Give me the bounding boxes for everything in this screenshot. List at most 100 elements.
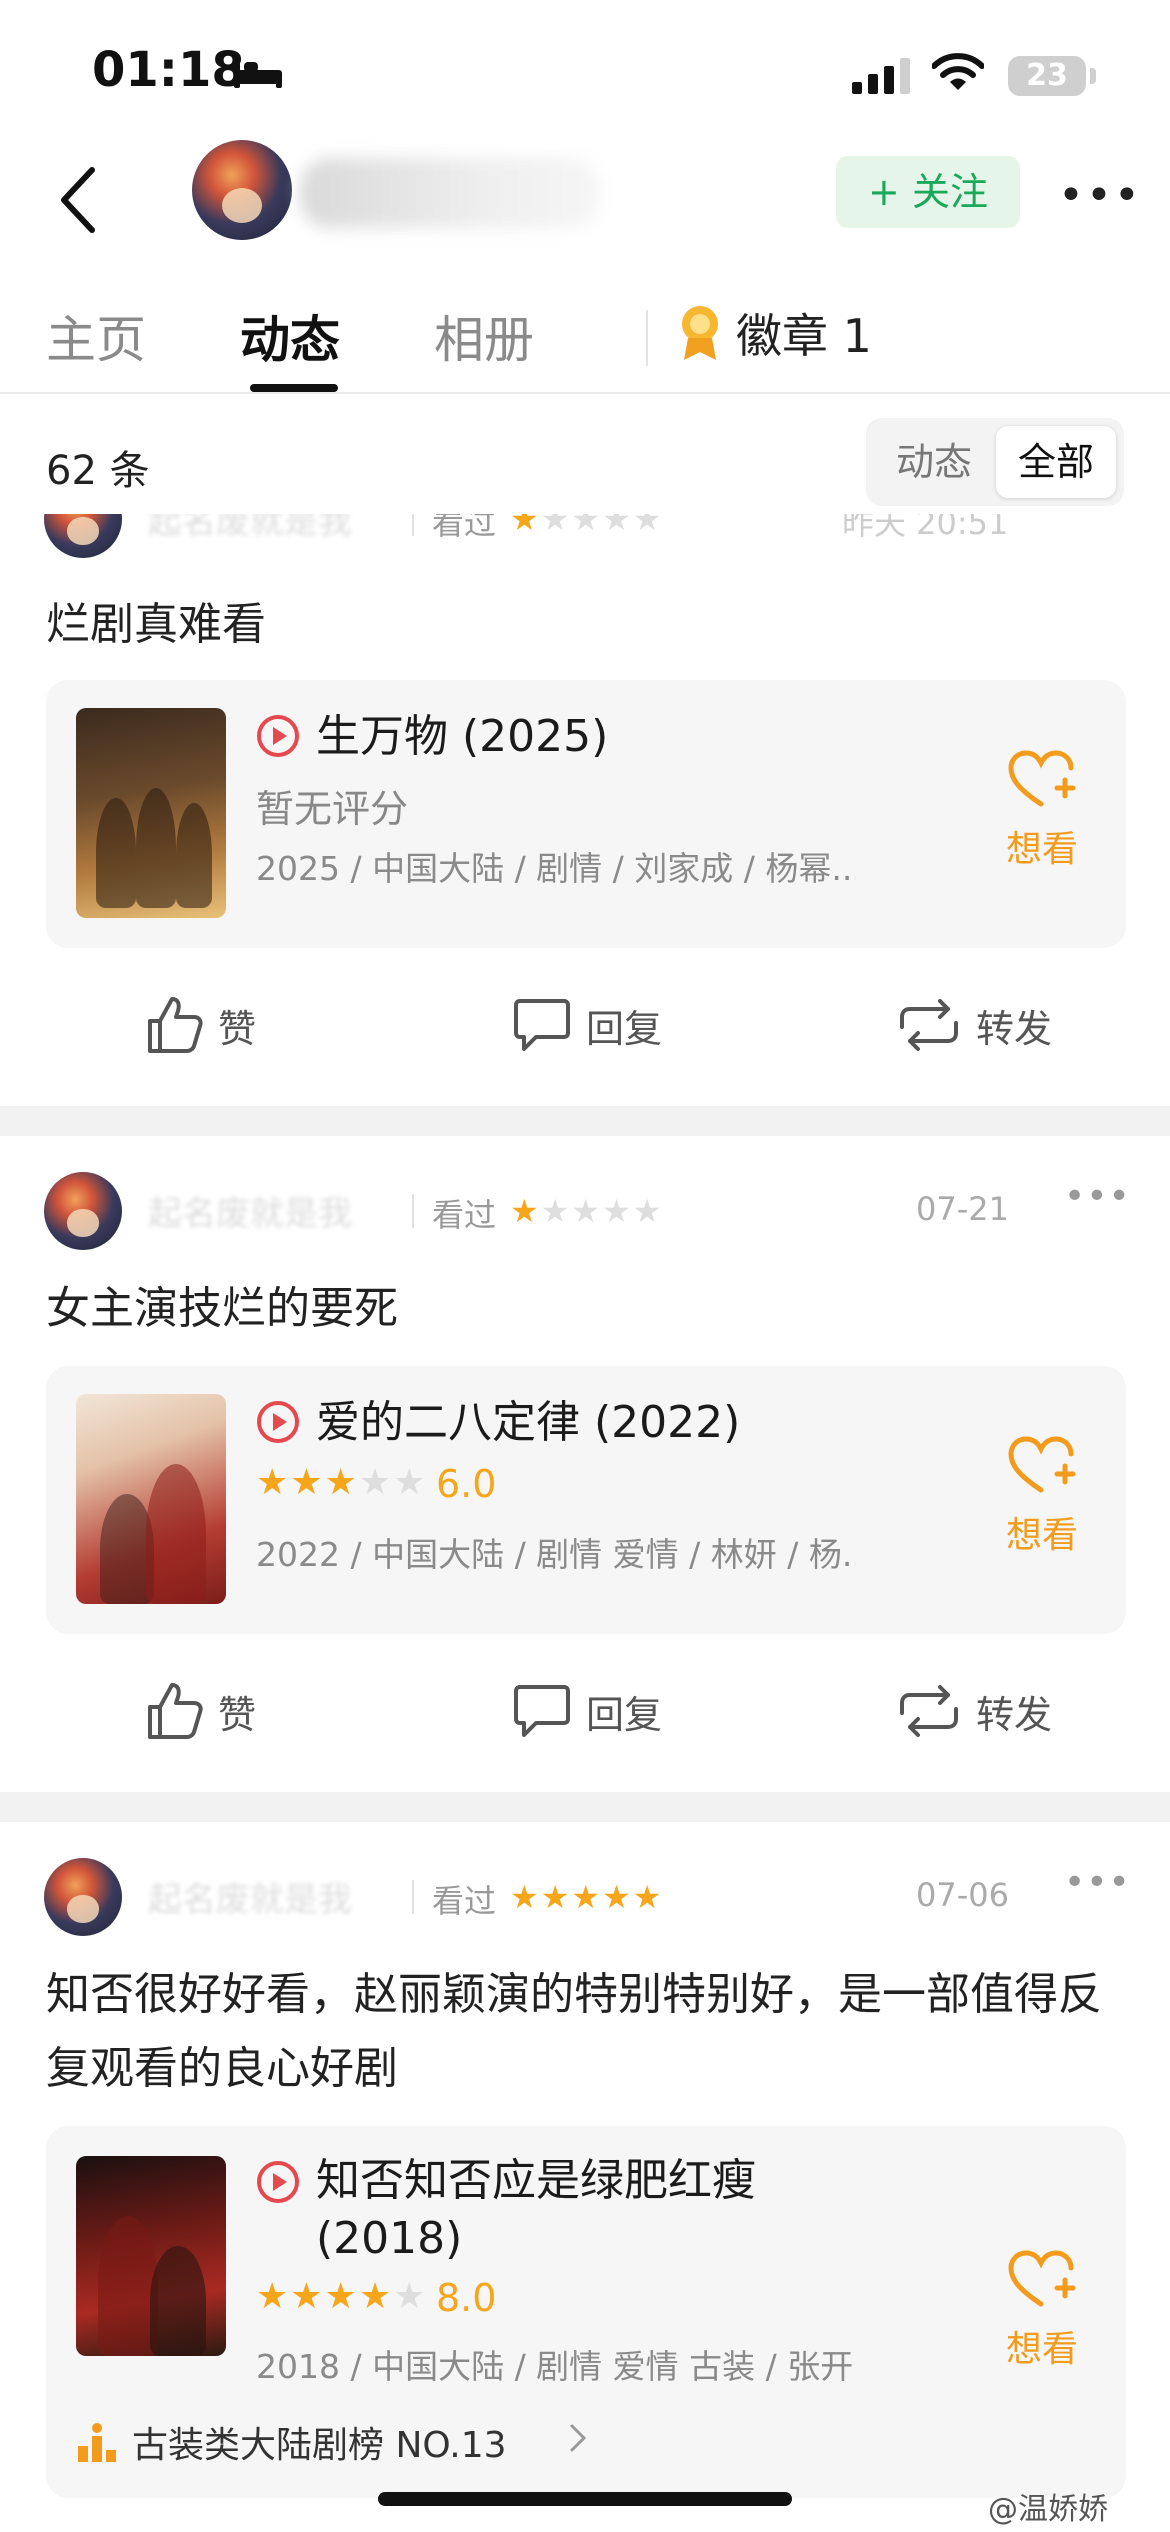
movie-poster[interactable]	[76, 2156, 226, 2356]
post-text: 女主演技烂的要死	[46, 1283, 398, 1334]
repost-icon	[900, 999, 958, 1051]
tab-home[interactable]: 主页	[46, 300, 146, 372]
post-more-icon[interactable]: •••	[1064, 1862, 1131, 1903]
reply-button[interactable]: 回复	[512, 1676, 662, 1746]
movie-card[interactable]: 爱的二八定律 (2022) ★★★★★ 6.0 2022 / 中国大陆 / 剧情…	[46, 1366, 1126, 1634]
repost-button[interactable]: 转发	[896, 990, 1052, 1060]
want-label: 想看	[1005, 829, 1078, 870]
bed-icon	[234, 60, 282, 88]
tab-activity[interactable]: 动态	[240, 300, 340, 372]
battery-cap	[1090, 68, 1096, 84]
feed-filter: 动态 全部	[866, 418, 1124, 506]
post-actions: 赞 回复 转发	[0, 970, 1170, 1070]
play-icon	[257, 2161, 299, 2203]
separator	[412, 514, 414, 536]
post-header: 起名废就是我 看过 ★★★★★ 07-21 •••	[0, 1172, 1170, 1252]
like-label: 赞	[218, 1006, 257, 1051]
thumbs-up-icon	[148, 997, 203, 1053]
signal-icon	[852, 58, 910, 94]
post-header: 起名废就是我 看过 ★★★★★ 昨天 20:51 •••	[0, 500, 1170, 560]
post-item: 起名废就是我 看过 ★★★★★ 昨天 20:51 ••• 烂剧真难看 生万物 (…	[0, 500, 1170, 1100]
watched-label: 看过	[432, 504, 497, 542]
post-text: 烂剧真难看	[46, 599, 266, 650]
post-item: 起名废就是我 看过 ★★★★★ 07-06 ••• 知否很好好看，赵丽颖演的特别…	[0, 1858, 1170, 2498]
profile-avatar[interactable]	[192, 140, 292, 240]
post-header: 起名废就是我 看过 ★★★★★ 07-06 •••	[0, 1858, 1170, 1938]
movie-meta: 2025 / 中国大陆 / 剧情 / 刘家成 / 杨幂...	[256, 849, 856, 888]
repost-button[interactable]: 转发	[896, 1676, 1052, 1746]
like-button[interactable]: 赞	[144, 990, 256, 1060]
wifi-icon	[932, 53, 984, 90]
status-time: 01:18	[92, 42, 245, 98]
want-label: 想看	[1005, 1515, 1078, 1556]
watermark: @温娇娇	[988, 2492, 1108, 2527]
battery-indicator: 23	[1008, 56, 1086, 96]
want-to-watch-button[interactable]: 想看	[992, 2250, 1092, 2372]
post-divider	[0, 1792, 1170, 1822]
thumbs-up-icon	[148, 1683, 203, 1739]
movie-title[interactable]: 生万物 (2025)	[316, 708, 916, 766]
ranking-label: 古装类大陆剧榜 NO.13	[132, 2425, 507, 2466]
want-to-watch-button[interactable]: 想看	[992, 1436, 1092, 1558]
movie-poster[interactable]	[76, 1394, 226, 1604]
filter-all-option[interactable]: 全部	[996, 426, 1116, 498]
active-tab-indicator	[250, 384, 338, 392]
post-author-name[interactable]: 起名废就是我	[148, 1872, 352, 1921]
movie-meta: 2022 / 中国大陆 / 剧情 爱情 / 林妍 / 杨...	[256, 1535, 856, 1574]
movie-title[interactable]: 知否知否应是绿肥红瘦 (2018)	[316, 2152, 876, 2268]
user-rating-stars: ★★★★★	[510, 500, 664, 538]
post-more-icon[interactable]: •••	[1064, 1176, 1131, 1217]
movie-card[interactable]: 知否知否应是绿肥红瘦 (2018) ★★★★★ 8.0 2018 / 中国大陆 …	[46, 2126, 1126, 2498]
follow-button[interactable]: + 关注	[836, 156, 1020, 228]
movie-card[interactable]: 生万物 (2025) 暂无评分 2025 / 中国大陆 / 剧情 / 刘家成 /…	[46, 680, 1126, 948]
heart-plus-icon	[1008, 2250, 1076, 2307]
home-indicator[interactable]	[378, 2492, 792, 2506]
post-date: 昨天 20:51	[842, 504, 1009, 542]
movie-score: 8.0	[436, 2276, 497, 2320]
status-bar: 01:18 23	[0, 0, 1170, 150]
want-to-watch-button[interactable]: 想看	[992, 750, 1092, 872]
repost-label: 转发	[976, 1006, 1053, 1051]
user-rating-stars: ★★★★★	[510, 1878, 664, 1916]
more-options-button[interactable]: •••	[1058, 170, 1142, 221]
post-date: 07-06	[916, 1876, 1009, 1914]
movie-stars: ★★★★★	[256, 2276, 428, 2317]
profile-tabs: 主页 动态 相册 徽章 1	[0, 290, 1170, 394]
like-button[interactable]: 赞	[144, 1676, 256, 1746]
post-count: 62 条	[46, 448, 150, 494]
tab-album[interactable]: 相册	[434, 300, 534, 372]
movie-title[interactable]: 爱的二八定律 (2022)	[316, 1394, 916, 1452]
movie-score: 6.0	[436, 1462, 497, 1506]
reply-label: 回复	[586, 1692, 663, 1737]
post-divider	[0, 1106, 1170, 1136]
user-rating-stars: ★★★★★	[510, 1192, 664, 1230]
post-avatar[interactable]	[44, 1172, 122, 1250]
repost-label: 转发	[976, 1692, 1053, 1737]
movie-poster[interactable]	[76, 708, 226, 918]
post-item: 起名废就是我 看过 ★★★★★ 07-21 ••• 女主演技烂的要死 爱的二八定…	[0, 1172, 1170, 1812]
post-more-icon[interactable]: •••	[1064, 514, 1131, 525]
post-author-name[interactable]: 起名废就是我	[148, 514, 352, 543]
movie-meta: 2018 / 中国大陆 / 剧情 爱情 古装 / 张开...	[256, 2347, 856, 2386]
post-date: 07-21	[916, 1190, 1009, 1228]
filter-activity-option[interactable]: 动态	[874, 426, 994, 498]
reply-label: 回复	[586, 1006, 663, 1051]
back-arrow-icon[interactable]	[50, 160, 110, 240]
chevron-right-icon	[570, 2424, 587, 2452]
tab-divider	[646, 310, 648, 366]
ranking-icon	[78, 2423, 116, 2462]
post-author-name[interactable]: 起名废就是我	[148, 1186, 352, 1235]
comment-icon	[514, 1685, 570, 1737]
heart-plus-icon	[1008, 750, 1076, 807]
badge-tab[interactable]: 徽章 1	[736, 300, 872, 366]
repost-icon	[900, 1685, 958, 1737]
post-avatar[interactable]	[44, 1858, 122, 1936]
comment-icon	[514, 999, 570, 1051]
movie-stars: ★★★★★	[256, 1462, 428, 1503]
post-actions: 赞 回复 转发	[0, 1656, 1170, 1756]
post-avatar[interactable]	[44, 514, 122, 558]
separator	[412, 1880, 414, 1914]
heart-plus-icon	[1008, 1436, 1076, 1493]
post-text: 知否很好好看，赵丽颖演的特别特别好，是一部值得反复观看的良心好剧	[46, 1969, 1102, 2094]
reply-button[interactable]: 回复	[512, 990, 662, 1060]
